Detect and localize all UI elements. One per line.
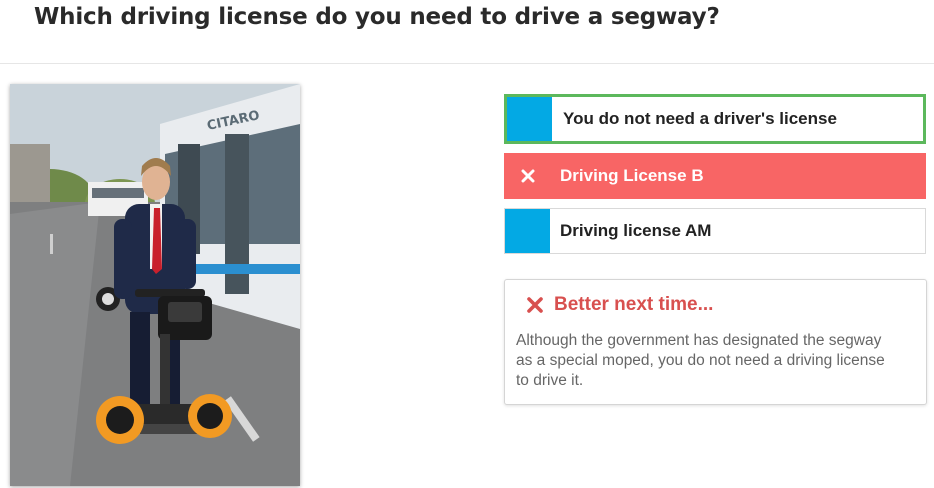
answer-option-2[interactable]: Driving License B xyxy=(504,153,926,199)
answer-option-1[interactable]: You do not need a driver's license xyxy=(504,94,926,144)
answer-label: Driving license AM xyxy=(560,221,712,240)
answer-marker xyxy=(505,154,550,198)
feedback-text: Although the government has designated t… xyxy=(516,332,885,389)
feedback-header: Better next time... xyxy=(526,294,713,316)
feedback-title: Better next time... xyxy=(554,294,714,315)
quiz-page: Which driving license do you need to dri… xyxy=(0,0,934,488)
answer-label: You do not need a driver's license xyxy=(563,109,837,128)
cross-icon xyxy=(527,297,543,313)
answer-label: Driving License B xyxy=(560,166,704,185)
feedback-box: Better next time... Although the governm… xyxy=(504,279,927,405)
question-title: Which driving license do you need to dri… xyxy=(34,4,720,30)
answer-marker xyxy=(505,209,550,253)
answer-marker xyxy=(507,97,552,141)
segway-photo: CITARO xyxy=(10,84,300,486)
title-divider xyxy=(0,63,934,64)
cross-icon xyxy=(521,169,534,183)
answer-option-3[interactable]: Driving license AM xyxy=(504,208,926,254)
